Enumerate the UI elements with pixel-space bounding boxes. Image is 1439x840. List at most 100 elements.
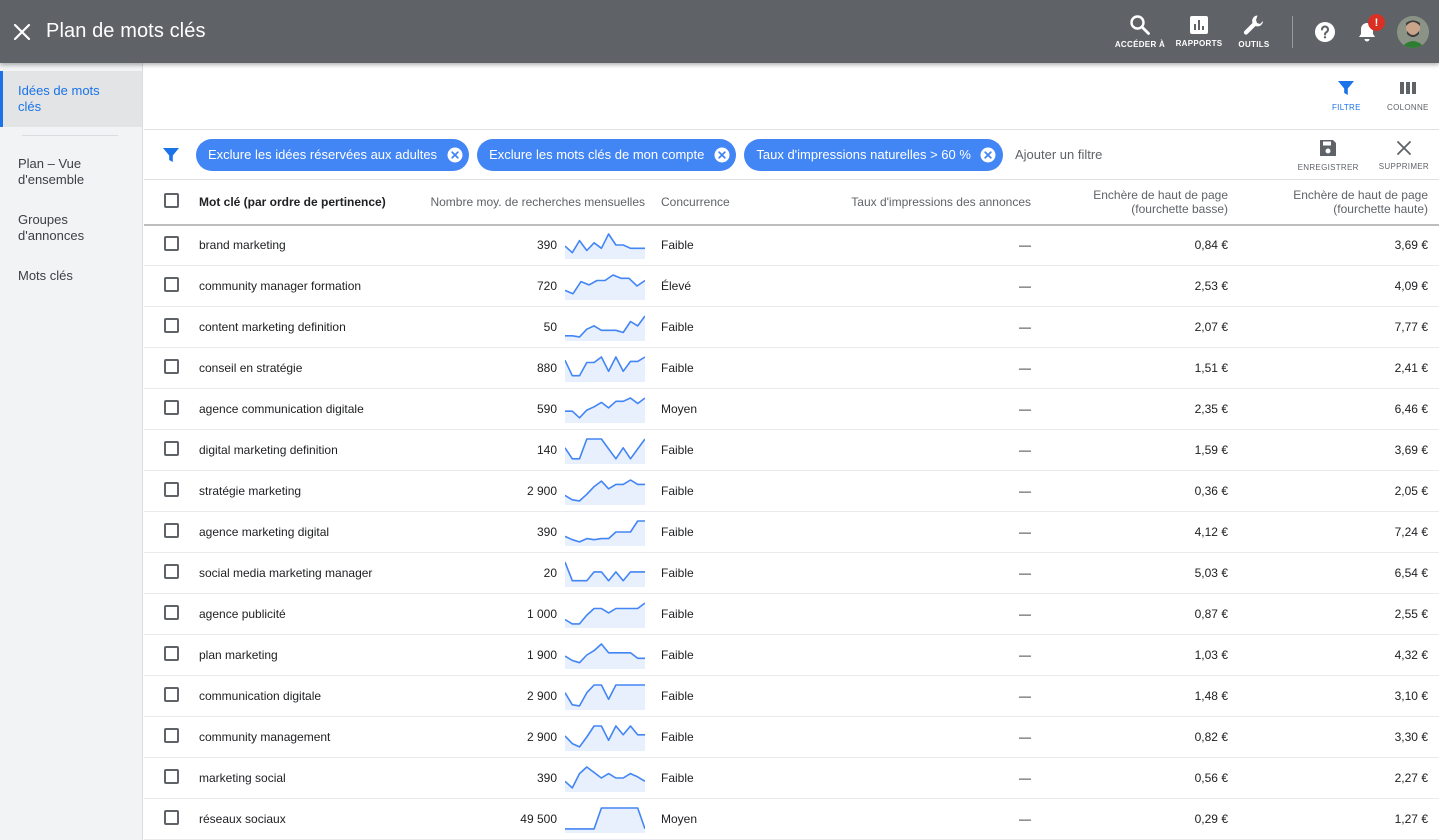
add-filter-input[interactable]: Ajouter un filtre — [1015, 147, 1102, 162]
table-row[interactable]: brand marketing 390 Faible — 0,84 € 3,69 € — [144, 225, 1439, 266]
table-row[interactable]: community management 2 900 Faible — 0,82 € 3,… — [144, 717, 1439, 758]
table-row[interactable]: stratégie marketing 2 900 Faible — 0,36 € 2,0… — [144, 471, 1439, 512]
bid-high-cell: 4,32 € — [1394, 648, 1428, 662]
columns-button[interactable]: COLONNE — [1387, 79, 1429, 112]
row-checkbox[interactable] — [164, 359, 179, 374]
competition-cell: Faible — [661, 648, 694, 662]
row-checkbox[interactable] — [164, 482, 179, 497]
keyword-cell: social media marketing manager — [199, 566, 373, 580]
top-bar-divider — [1292, 15, 1293, 48]
save-button[interactable]: ENREGISTRER — [1288, 130, 1369, 180]
bid-high-cell: 2,55 € — [1394, 607, 1428, 621]
row-checkbox[interactable] — [164, 318, 179, 333]
header-competition[interactable]: Concurrence — [653, 180, 773, 225]
row-checkbox[interactable] — [164, 400, 179, 415]
table-row[interactable]: plan marketing 1 900 Faible — 1,03 € 4,32 € — [144, 635, 1439, 676]
select-all-cell — [144, 180, 199, 225]
row-select-cell — [144, 307, 199, 348]
keyword-cell: digital marketing definition — [199, 443, 338, 457]
filter-chip-organic-impressions[interactable]: Taux d'impressions naturelles > 60 % — [744, 138, 1003, 171]
volume-value: 390 — [536, 525, 557, 539]
table-row[interactable]: community manager formation 720 Élevé — 2,53… — [144, 266, 1439, 307]
bid-low-cell: 0,56 € — [1194, 771, 1228, 785]
impression-share-cell: — — [1019, 730, 1031, 744]
filter-chip-adult[interactable]: Exclure les idées réservées aux adultes — [196, 138, 470, 171]
row-checkbox[interactable] — [164, 769, 179, 784]
remove-filter-button[interactable] — [446, 146, 463, 163]
volume-value: 390 — [536, 771, 557, 785]
close-icon — [13, 23, 31, 40]
table-row[interactable]: réseaux sociaux 49 500 Moyen — 0,29 € 1,27 € — [144, 799, 1439, 840]
account-button[interactable] — [1387, 0, 1439, 63]
table-row[interactable]: conseil en stratégie 880 Faible — 1,51 € 2,41… — [144, 348, 1439, 389]
sidebar-item-ad-groups[interactable]: Groupes d'annonces — [0, 212, 142, 244]
header-volume[interactable]: Nombre moy. de recherches mensuelles — [404, 180, 653, 225]
keyword-cell: agence marketing digital — [199, 525, 330, 539]
keyword-cell: community manager formation — [199, 279, 362, 293]
bar-chart-icon — [1190, 16, 1208, 34]
volume-cell: 1 900 — [404, 635, 653, 676]
remove-filter-button[interactable] — [713, 146, 730, 163]
row-checkbox[interactable] — [164, 605, 179, 620]
bid-low-cell: 0,87 € — [1194, 607, 1228, 621]
view-toolbar: FILTRE COLONNE — [144, 63, 1439, 129]
row-select-cell — [144, 717, 199, 758]
row-checkbox[interactable] — [164, 687, 179, 702]
table-row[interactable]: social media marketing manager 20 Faible — 5… — [144, 553, 1439, 594]
row-checkbox[interactable] — [164, 646, 179, 661]
header-bid-high[interactable]: Enchère de haut de page (fourchette haut… — [1228, 180, 1439, 225]
sidebar-item-keyword-ideas[interactable]: Idées de mots clés — [0, 71, 142, 127]
bid-low-cell: 5,03 € — [1194, 566, 1228, 580]
filter-chip-account-keywords[interactable]: Exclure les mots clés de mon compte — [477, 138, 737, 171]
table-row[interactable]: agence marketing digital 390 Faible — 4,12 €… — [144, 512, 1439, 553]
table-row[interactable]: communication digitale 2 900 Faible — 1,48 €… — [144, 676, 1439, 717]
help-button[interactable] — [1305, 0, 1345, 63]
impression-share-cell: — — [1019, 812, 1031, 826]
bid-low-cell: 2,07 € — [1194, 320, 1228, 334]
filter-chip-label: Taux d'impressions naturelles > 60 % — [756, 147, 971, 162]
row-checkbox[interactable] — [164, 523, 179, 538]
competition-cell: Faible — [661, 525, 694, 539]
row-checkbox[interactable] — [164, 810, 179, 825]
reports-button[interactable]: RAPPORTS — [1168, 0, 1230, 63]
keyword-cell: agence publicité — [199, 607, 286, 621]
delete-button[interactable]: SUPPRIMER — [1369, 130, 1439, 180]
row-checkbox[interactable] — [164, 277, 179, 292]
go-to-button[interactable]: ACCÉDER À — [1112, 0, 1168, 63]
volume-value: 50 — [543, 320, 557, 334]
keyword-cell: content marketing definition — [199, 320, 346, 334]
header-keyword[interactable]: Mot clé (par ordre de pertinence) — [199, 180, 404, 225]
remove-filter-button[interactable] — [980, 146, 997, 163]
sidebar-item-plan-overview[interactable]: Plan – Vue d'ensemble — [0, 156, 142, 188]
close-button[interactable] — [0, 0, 44, 63]
row-checkbox[interactable] — [164, 441, 179, 456]
filter-view-button[interactable]: FILTRE — [1332, 79, 1361, 112]
row-checkbox[interactable] — [164, 564, 179, 579]
select-all-checkbox[interactable] — [164, 192, 179, 208]
tools-button[interactable]: OUTILS — [1230, 0, 1278, 63]
notifications-button[interactable]: ! — [1347, 0, 1387, 63]
bid-low-cell: 1,03 € — [1194, 648, 1228, 662]
table-row[interactable]: marketing social 390 Faible — 0,56 € 2,27 € — [144, 758, 1439, 799]
keyword-cell: conseil en stratégie — [199, 361, 303, 375]
table-row[interactable]: agence publicité 1 000 Faible — 0,87 € 2,55 € — [144, 594, 1439, 635]
help-icon — [1315, 21, 1335, 42]
filter-bar-icon[interactable] — [162, 146, 182, 164]
impression-share-cell: — — [1019, 525, 1031, 539]
bid-high-cell: 6,46 € — [1394, 402, 1428, 416]
table-row[interactable]: digital marketing definition 140 Faible — 1,… — [144, 430, 1439, 471]
header-impression-share[interactable]: Taux d'impressions des annonces — [773, 180, 1031, 225]
wrench-icon — [1243, 15, 1263, 35]
table-row[interactable]: agence communication digitale 590 Moyen — 2,… — [144, 389, 1439, 430]
row-checkbox[interactable] — [164, 728, 179, 743]
sparkline-area — [565, 562, 645, 587]
header-bid-low[interactable]: Enchère de haut de page (fourchette bass… — [1031, 180, 1228, 225]
row-checkbox[interactable] — [164, 236, 179, 252]
keyword-cell: agence communication digitale — [199, 402, 364, 416]
volume-cell: 390 — [404, 225, 653, 266]
bid-low-cell: 1,59 € — [1194, 443, 1228, 457]
table-row[interactable]: content marketing definition 50 Faible — 2,0… — [144, 307, 1439, 348]
keyword-cell: brand marketing — [199, 238, 286, 253]
volume-cell: 50 — [404, 307, 653, 348]
sidebar-item-keywords[interactable]: Mots clés — [0, 268, 142, 284]
